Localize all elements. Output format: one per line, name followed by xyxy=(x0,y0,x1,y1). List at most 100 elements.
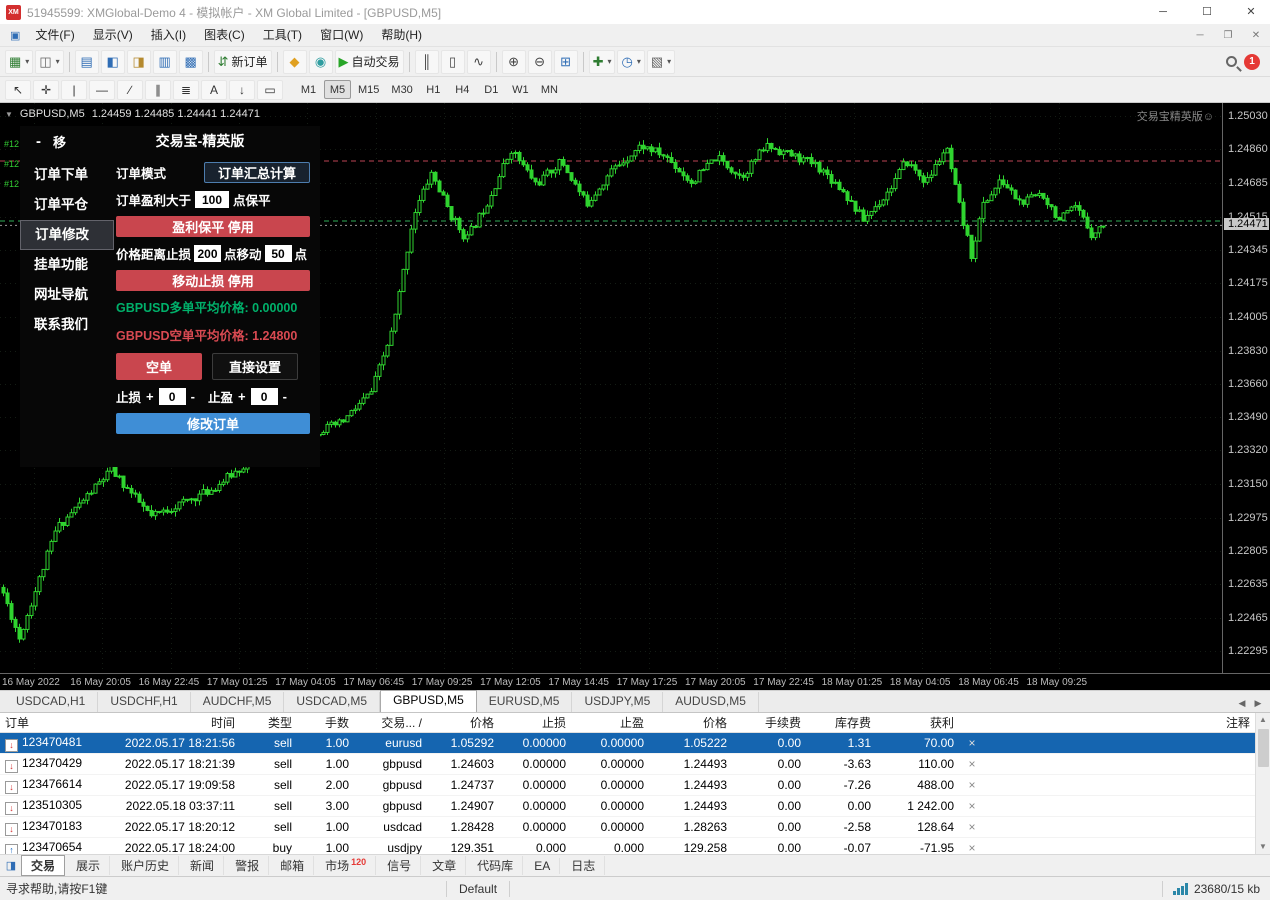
menu-item[interactable]: 文件(F) xyxy=(26,24,83,46)
indicators-button[interactable]: ✚▾ xyxy=(589,50,616,74)
stoploss-minus-button[interactable]: - xyxy=(189,389,197,404)
stoploss-plus-button[interactable]: + xyxy=(144,389,156,404)
column-header[interactable]: 价格 xyxy=(649,714,732,731)
timeframe-h1[interactable]: H1 xyxy=(420,80,447,99)
order-row[interactable]: ↓1235103052022.05.18 03:37:11sell3.00gbp… xyxy=(0,796,1255,817)
ea-menu-item[interactable]: 订单下单 xyxy=(20,160,114,190)
terminal-tab[interactable]: 代码库 xyxy=(468,856,523,875)
chart-tab[interactable]: USDCHF,H1 xyxy=(98,692,190,712)
column-header[interactable]: 库存费 xyxy=(806,714,876,731)
ea-move-handle[interactable]: 移 xyxy=(53,132,66,151)
terminal-list-icon[interactable]: ◨ xyxy=(2,859,20,872)
order-row[interactable]: ↓1234701832022.05.17 18:20:12sell1.00usd… xyxy=(0,817,1255,838)
menu-item[interactable]: 图表(C) xyxy=(195,24,254,46)
terminal-tab[interactable]: 交易 xyxy=(21,855,65,876)
direct-set-button[interactable]: 直接设置 xyxy=(212,353,298,380)
autotrading-button[interactable]: ▶自动交易 xyxy=(335,50,404,74)
terminal-tab[interactable]: 文章 xyxy=(423,856,466,875)
ea-menu-item[interactable]: 网址导航 xyxy=(20,280,114,310)
column-header[interactable]: 时间 xyxy=(110,714,240,731)
text-tool[interactable]: A xyxy=(201,80,227,100)
column-header[interactable]: 价格 xyxy=(427,714,499,731)
profile-selector[interactable]: Default xyxy=(446,881,510,897)
trail-distance-input[interactable] xyxy=(194,245,221,262)
data-window-button[interactable]: ◧ xyxy=(101,50,125,74)
terminal-tab[interactable]: 警报 xyxy=(226,856,269,875)
chart-tab[interactable]: AUDUSD,M5 xyxy=(663,692,759,712)
column-header[interactable]: 注释 xyxy=(985,714,1255,731)
bar-chart-button[interactable]: ║ xyxy=(415,50,439,74)
time-axis[interactable]: 16 May 202216 May 20:0516 May 22:4517 Ma… xyxy=(0,673,1270,690)
terminal-tab[interactable]: 展示 xyxy=(67,856,110,875)
breakeven-toggle-button[interactable]: 盈利保平 停用 xyxy=(116,216,310,237)
order-summary-button[interactable]: 订单汇总计算 xyxy=(204,162,310,183)
close-button[interactable]: ✕ xyxy=(1232,0,1270,24)
chart-tab[interactable]: USDJPY,M5 xyxy=(572,692,663,712)
crosshair-tool[interactable]: ✛ xyxy=(33,80,59,100)
order-row[interactable]: ↓1234766142022.05.17 19:09:58sell2.00gbp… xyxy=(0,775,1255,796)
mdi-close-button[interactable]: ✕ xyxy=(1242,30,1270,41)
horizontal-line-tool[interactable]: — xyxy=(89,80,115,100)
candlestick-button[interactable]: ▯ xyxy=(441,50,465,74)
modify-order-button[interactable]: 修改订单 xyxy=(116,413,310,434)
navigator-button[interactable]: ◨ xyxy=(127,50,151,74)
close-order-button[interactable]: × xyxy=(968,736,975,750)
order-row[interactable]: ↑1234706542022.05.17 18:24:00buy1.00usdj… xyxy=(0,838,1255,854)
chart-tab[interactable]: AUDCHF,M5 xyxy=(191,692,285,712)
mdi-restore-button[interactable]: ❐ xyxy=(1214,30,1242,41)
arrow-tool[interactable]: ↓ xyxy=(229,80,255,100)
mdi-minimize-button[interactable]: ─ xyxy=(1186,30,1214,41)
timeframe-m1[interactable]: M1 xyxy=(295,80,322,99)
trailing-stop-toggle-button[interactable]: 移动止损 停用 xyxy=(116,270,310,291)
profit-threshold-input[interactable] xyxy=(195,191,229,208)
terminal-tab[interactable]: 市场120 xyxy=(316,856,376,875)
column-header[interactable]: 类型 xyxy=(240,714,297,731)
takeprofit-input[interactable] xyxy=(251,388,278,405)
profiles-button[interactable]: ◫▾ xyxy=(35,50,63,74)
terminal-tab[interactable]: 账户历史 xyxy=(112,856,179,875)
new-order-button[interactable]: ⇵新订单 xyxy=(214,50,272,74)
menu-item[interactable]: 窗口(W) xyxy=(311,24,372,46)
chart-canvas[interactable]: #12#12#12 ▼ GBPUSD,M5 1.24459 1.24485 1.… xyxy=(0,103,1222,673)
mql5-button[interactable]: ◉ xyxy=(309,50,333,74)
chart-tab[interactable]: EURUSD,M5 xyxy=(477,692,573,712)
terminal-tab[interactable]: 新闻 xyxy=(181,856,224,875)
terminal-button[interactable]: ▥ xyxy=(153,50,177,74)
close-order-button[interactable]: × xyxy=(968,778,975,792)
close-order-button[interactable]: × xyxy=(968,820,975,834)
vertical-line-tool[interactable]: | xyxy=(61,80,87,100)
chart-tab[interactable]: USDCAD,M5 xyxy=(284,692,380,712)
ea-minimize-button[interactable]: - xyxy=(36,133,41,150)
minimize-button[interactable]: ─ xyxy=(1144,0,1182,24)
column-header[interactable]: 手数 xyxy=(297,714,354,731)
ea-menu-item[interactable]: 订单平仓 xyxy=(20,190,114,220)
zoom-in-button[interactable]: ⊕ xyxy=(502,50,526,74)
takeprofit-plus-button[interactable]: + xyxy=(236,389,248,404)
terminal-tab[interactable]: 信号 xyxy=(378,856,421,875)
cursor-tool[interactable]: ↖ xyxy=(5,80,31,100)
close-order-button[interactable]: × xyxy=(968,757,975,771)
timeframe-h4[interactable]: H4 xyxy=(449,80,476,99)
tab-scroll-right-button[interactable]: ▶ xyxy=(1250,694,1266,712)
tile-windows-button[interactable]: ⊞ xyxy=(554,50,578,74)
timeframe-m5[interactable]: M5 xyxy=(324,80,351,99)
terminal-tab[interactable]: 日志 xyxy=(562,856,605,875)
price-axis[interactable]: 1.24471 1.250301.248601.246851.245151.24… xyxy=(1222,103,1270,673)
sell-orders-button[interactable]: 空单 xyxy=(116,353,202,380)
timeframe-d1[interactable]: D1 xyxy=(478,80,505,99)
terminal-scrollbar[interactable]: ▲ ▼ xyxy=(1255,713,1270,854)
timeframe-m30[interactable]: M30 xyxy=(386,80,417,99)
terminal-tab[interactable]: 邮箱 xyxy=(271,856,314,875)
ea-menu-item[interactable]: 联系我们 xyxy=(20,310,114,340)
collapse-icon[interactable]: ▼ xyxy=(5,110,13,119)
column-header[interactable]: 订单 xyxy=(0,714,110,731)
order-row[interactable]: ↓1234704292022.05.17 18:21:39sell1.00gbp… xyxy=(0,754,1255,775)
market-watch-button[interactable]: ▤ xyxy=(75,50,99,74)
stoploss-input[interactable] xyxy=(159,388,186,405)
ea-menu-item[interactable]: 订单修改 xyxy=(20,220,114,250)
menu-item[interactable]: 显示(V) xyxy=(84,24,142,46)
strategy-tester-button[interactable]: ▩ xyxy=(179,50,203,74)
terminal-tab[interactable]: EA xyxy=(525,858,560,874)
column-header[interactable]: 手续费 xyxy=(732,714,806,731)
zoom-out-button[interactable]: ⊖ xyxy=(528,50,552,74)
